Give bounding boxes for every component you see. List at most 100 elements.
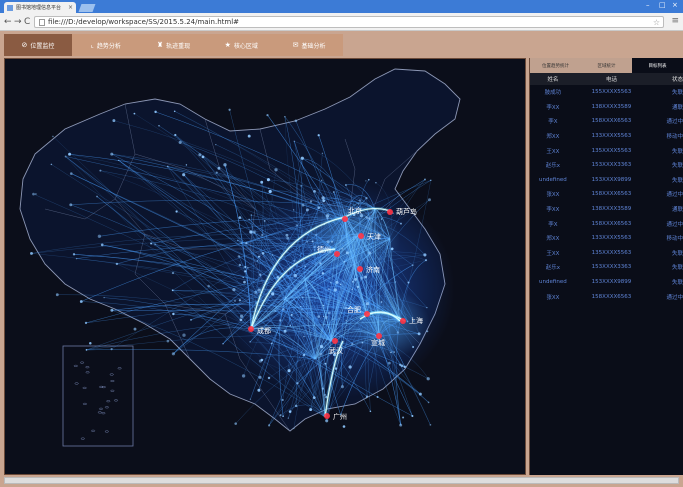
cell-name: 李X bbox=[548, 221, 558, 228]
city-label: 葫芦岛 bbox=[396, 207, 417, 216]
node-dot bbox=[393, 351, 395, 353]
node-dot bbox=[293, 274, 297, 278]
table-row[interactable]: 张XX 158XXXX6563 通过中 bbox=[530, 289, 683, 304]
node-dot bbox=[99, 169, 102, 172]
node-dot bbox=[301, 308, 303, 310]
node-dot bbox=[115, 262, 119, 266]
address-bar[interactable]: file:///D:/develop/workspace/SS/2015.5.2… bbox=[34, 16, 664, 28]
table-row[interactable]: 赵乐x 153XXXX3363 失联 bbox=[530, 158, 683, 173]
node-dot bbox=[322, 315, 325, 318]
node-dot bbox=[64, 155, 67, 158]
nav-tab-location-monitor[interactable]: ⊘ 位置监控 bbox=[4, 34, 72, 56]
table-row[interactable]: 郑XX 133XXXX5563 移动中 bbox=[530, 231, 683, 246]
node-dot bbox=[249, 341, 251, 343]
cell-name: 赵乐x bbox=[545, 163, 560, 170]
table-row[interactable]: 王XX 135XXXX5563 失联 bbox=[530, 246, 683, 261]
node-dot bbox=[241, 374, 246, 378]
minimize-icon[interactable]: – bbox=[646, 1, 650, 9]
table-row[interactable]: undefined 153XXXX9899 失联 bbox=[530, 275, 683, 290]
node-dot bbox=[302, 296, 304, 299]
node-dot bbox=[282, 308, 285, 311]
tab-region-stats[interactable]: 区域统计 bbox=[581, 58, 632, 73]
nav-tab-label: 趋势分析 bbox=[96, 42, 121, 50]
node-dot bbox=[281, 398, 284, 402]
new-tab-button[interactable] bbox=[78, 4, 96, 12]
bookmark-star-icon[interactable]: ☆ bbox=[653, 18, 660, 27]
city-dot bbox=[387, 209, 393, 215]
cell-status: 移动中 bbox=[666, 134, 683, 141]
map-canvas: 北京天津 葫芦岛德州济南合肥上海宣城 成都武汉广州 bbox=[19, 68, 461, 447]
nav-tab-track-replay[interactable]: ♜ 轨迹重现 bbox=[140, 34, 208, 56]
table-row[interactable]: 李X 158XXXX6563 通过中 bbox=[530, 114, 683, 129]
cell-status: 通联 bbox=[671, 104, 683, 111]
island bbox=[80, 437, 85, 440]
node-dot bbox=[365, 302, 369, 306]
nav-tab-core-area[interactable]: ★ 核心区域 bbox=[207, 34, 275, 56]
menu-icon[interactable]: ≡ bbox=[671, 16, 679, 26]
nav-tab-trend-analysis[interactable]: ⌞ 趋势分析 bbox=[72, 34, 140, 56]
tab-title: 图书馆地理信息平台 bbox=[16, 5, 62, 11]
table-body: 肢成功 155XXXX5563 失联 李XX 138XXXX3589 通联 李X 158XXX… bbox=[530, 85, 683, 304]
tab-location-trend[interactable]: 位置趋势统计 bbox=[530, 58, 581, 73]
nav-tab-basic-analysis[interactable]: ✉ 基础分析 bbox=[275, 34, 343, 56]
node-dot bbox=[172, 312, 175, 316]
forward-icon[interactable]: → bbox=[14, 16, 22, 28]
cell-phone: 135XXXX5563 bbox=[591, 147, 632, 154]
node-dot bbox=[335, 280, 339, 284]
node-dot bbox=[407, 281, 410, 284]
node-dot bbox=[133, 112, 136, 115]
node-dot bbox=[236, 239, 239, 242]
node-dot bbox=[215, 171, 218, 174]
node-dot bbox=[248, 218, 250, 221]
node-dot bbox=[417, 332, 421, 336]
maximize-icon[interactable]: □ bbox=[659, 1, 666, 9]
node-dot bbox=[322, 304, 325, 307]
cell-status: 失联 bbox=[671, 148, 683, 155]
reload-icon[interactable]: C bbox=[24, 16, 30, 28]
migration-map[interactable]: 北京 天津 葫芦岛 德州 济南 合肥 上海 宣城 成都 武汉 广州 bbox=[4, 58, 526, 475]
island bbox=[109, 373, 114, 376]
node-dot bbox=[351, 288, 353, 290]
node-dot bbox=[52, 135, 54, 138]
node-dot bbox=[271, 292, 275, 296]
cell-status: 通过中 bbox=[666, 221, 683, 228]
col-name: 姓名 bbox=[547, 77, 559, 83]
node-dot bbox=[166, 339, 170, 343]
node-dot bbox=[279, 319, 282, 322]
cell-phone: 153XXXX3363 bbox=[591, 264, 632, 271]
island bbox=[85, 366, 90, 369]
node-dot bbox=[388, 361, 391, 365]
table-row[interactable]: 郑XX 133XXXX5563 移动中 bbox=[530, 129, 683, 144]
node-dot bbox=[112, 119, 116, 123]
node-dot bbox=[283, 329, 287, 333]
table-row[interactable]: 李XX 138XXXX3589 通联 bbox=[530, 202, 683, 217]
city-dot bbox=[324, 413, 330, 419]
table-row[interactable]: undefined 153XXXX9899 失联 bbox=[530, 173, 683, 188]
browser-tab[interactable]: 图书馆地理信息平台 × bbox=[4, 2, 76, 13]
back-icon[interactable]: ← bbox=[4, 16, 12, 28]
node-dot bbox=[314, 297, 316, 299]
table-row[interactable]: 李XX 138XXXX3589 通联 bbox=[530, 100, 683, 115]
tab-target-list[interactable]: 目标列表 bbox=[632, 58, 683, 73]
node-dot bbox=[288, 410, 292, 413]
table-header: 姓名 电话 状态 bbox=[530, 73, 683, 85]
node-dot bbox=[321, 387, 324, 390]
node-dot bbox=[245, 242, 248, 245]
tab-close-icon[interactable]: × bbox=[68, 4, 73, 11]
table-row[interactable]: 肢成功 155XXXX5563 失联 bbox=[530, 85, 683, 100]
node-dot bbox=[314, 233, 318, 236]
table-row[interactable]: 张XX 158XXXX6563 通过中 bbox=[530, 187, 683, 202]
node-dot bbox=[360, 276, 364, 280]
city-label: 德州 bbox=[317, 245, 331, 254]
island bbox=[74, 382, 79, 385]
node-dot bbox=[300, 156, 304, 160]
table-row[interactable]: 李X 158XXXX6563 通过中 bbox=[530, 216, 683, 231]
node-dot bbox=[332, 318, 334, 320]
node-dot bbox=[100, 243, 104, 247]
horizontal-scrollbar[interactable] bbox=[4, 477, 679, 484]
table-row[interactable]: 王XX 135XXXX5563 失联 bbox=[530, 143, 683, 158]
node-dot bbox=[333, 288, 337, 292]
node-dot bbox=[356, 285, 360, 289]
table-row[interactable]: 赵乐x 153XXXX3363 失联 bbox=[530, 260, 683, 275]
close-window-icon[interactable]: × bbox=[672, 1, 678, 9]
